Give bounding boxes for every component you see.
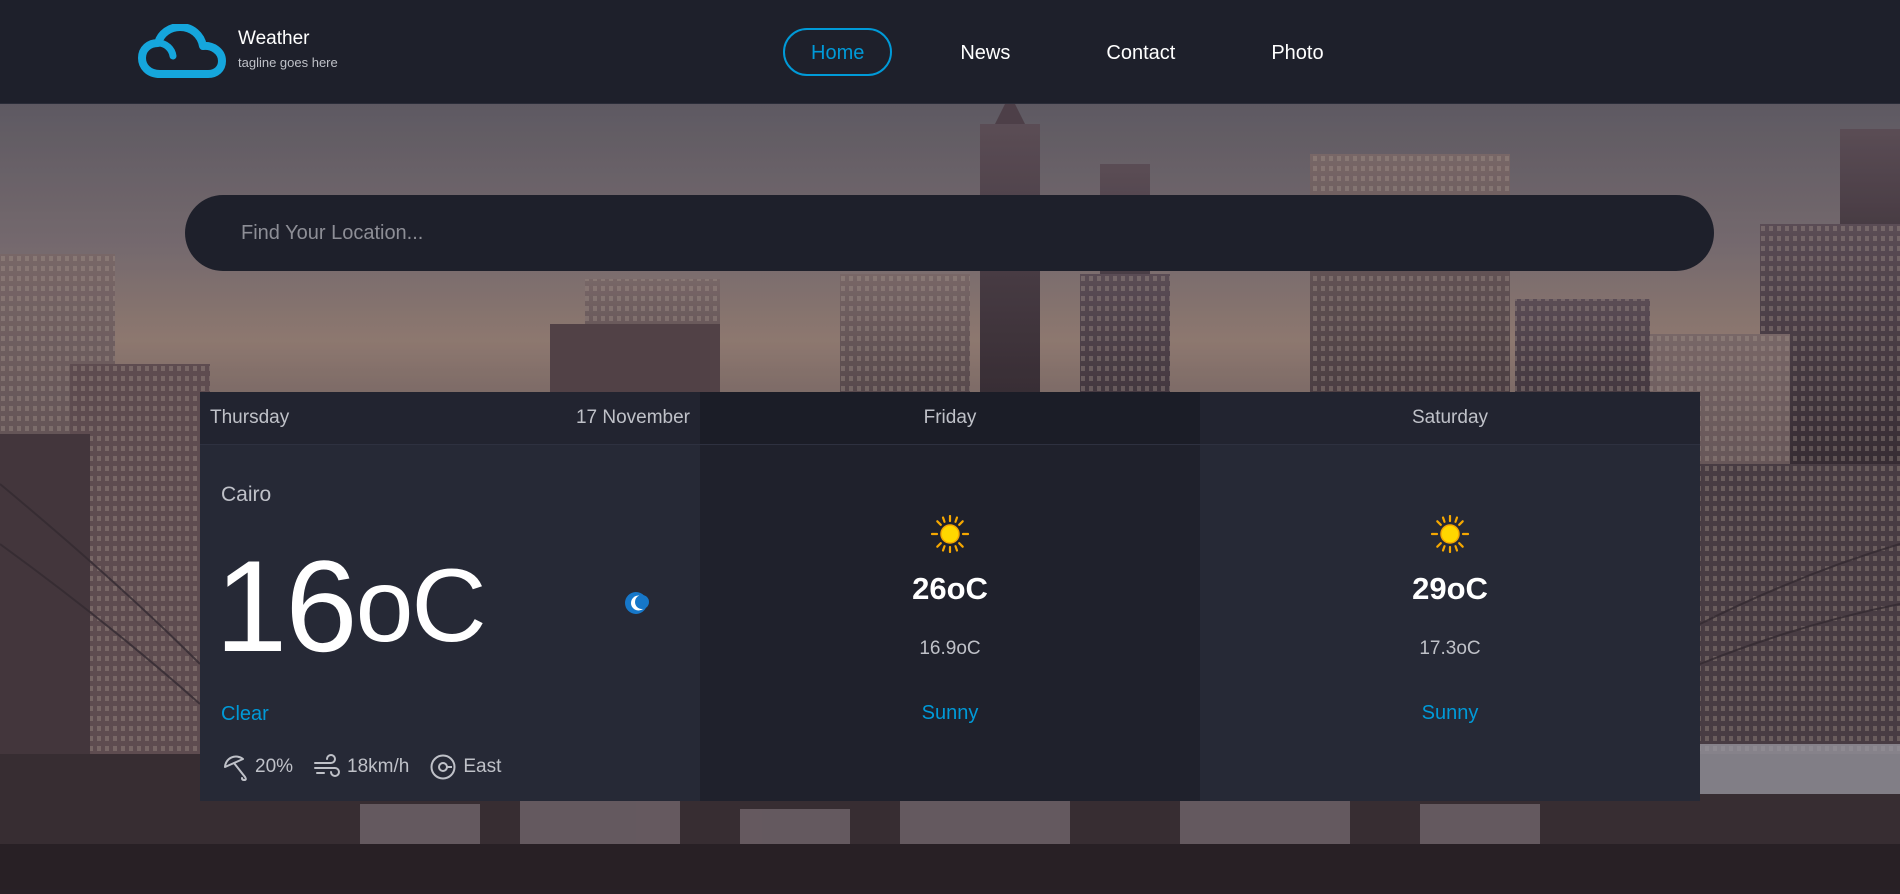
moon-icon [625,592,649,614]
forecast-day-1-body: 26oC 16.9oC Sunny [700,445,1200,801]
nav-item-news[interactable]: News [932,28,1038,76]
current-temp-unit: oC [355,548,487,664]
wind-direction-value: East [463,756,502,777]
brand-logo[interactable]: Weather tagline goes here [138,24,338,80]
forecast-day-1-min-temp: 16.9oC [919,638,981,659]
location-search-input[interactable] [185,195,1714,271]
forecast-day-2-max-temp: 29oC [1412,571,1488,606]
today-date: 17 November [575,407,690,428]
nav-item-contact[interactable]: Contact [1078,28,1203,76]
compass-icon [430,754,456,780]
today-card-header: Thursday 17 November [200,392,700,445]
brand-tagline: tagline goes here [238,55,338,70]
weather-stats: 20% 18km/h East [221,753,521,781]
wind-speed-stat: 18km/h [313,753,409,781]
forecast-day-1-name: Friday [923,407,977,428]
brand-text: Weather tagline goes here [238,28,338,70]
forecast-day-2-min-temp: 17.3oC [1419,638,1481,659]
today-forecast-card: Thursday 17 November Cairo 16oC Clear 20… [200,392,700,801]
today-day-name: Thursday [210,407,290,428]
rain-chance-stat: 20% [221,753,293,781]
wind-icon [314,754,341,777]
top-navbar: Weather tagline goes here Home News Cont… [0,0,1900,104]
forecast-card-day-1: Friday 26oC 16.9oC Sunny [700,392,1200,801]
current-temp-value: 16 [215,533,358,679]
forecast-day-1-condition: Sunny [921,702,979,724]
current-temperature: 16oC [215,531,487,681]
cloud-logo-icon [138,24,226,78]
wind-speed-value: 18km/h [347,756,410,777]
wind-direction-stat: East [429,753,501,781]
nav-item-photo[interactable]: Photo [1243,28,1351,76]
main-nav: Home News Contact Photo [783,28,1392,76]
brand-title: Weather [238,28,310,49]
rain-chance-value: 20% [255,756,294,777]
city-name: Cairo [221,483,272,506]
forecast-day-1-max-temp: 26oC [912,571,988,606]
forecast-day-2-header: Saturday [1200,392,1700,445]
sun-icon [1431,515,1469,553]
today-card-body: Cairo 16oC Clear 20% 18km/h East [200,445,700,801]
current-condition: Clear [221,703,269,725]
nav-item-home[interactable]: Home [783,28,893,76]
umbrella-icon [224,755,247,781]
forecast-panel: Thursday 17 November Cairo 16oC Clear 20… [200,392,1700,801]
forecast-card-day-2: Saturday 29oC 17.3oC Sunny [1200,392,1700,801]
sun-icon [931,515,969,553]
forecast-day-2-name: Saturday [1411,407,1489,428]
forecast-day-1-header: Friday [700,392,1200,445]
forecast-day-2-condition: Sunny [1421,702,1479,724]
forecast-day-2-body: 29oC 17.3oC Sunny [1200,445,1700,801]
